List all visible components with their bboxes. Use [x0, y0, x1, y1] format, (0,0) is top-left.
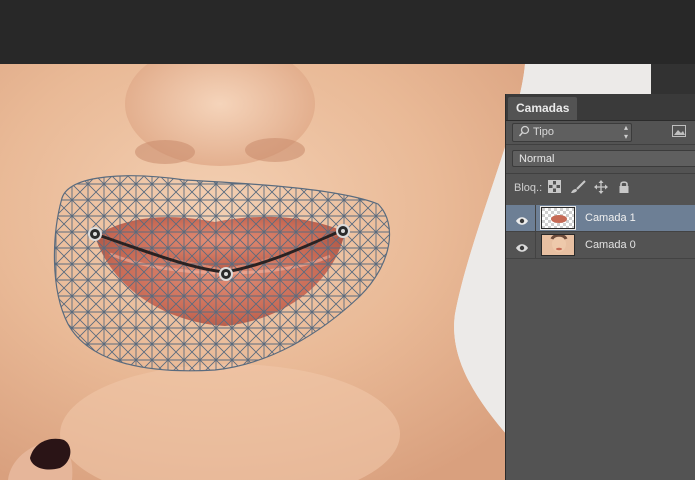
layer-name[interactable]: Camada 0: [585, 239, 636, 251]
layer-filter-select[interactable]: Tipo ▴ ▾: [512, 123, 632, 142]
brush-icon[interactable]: [570, 180, 586, 197]
layer-row-camada-1[interactable]: Camada 1: [506, 205, 695, 232]
search-icon: [518, 124, 532, 144]
image-filter-icon[interactable]: [672, 124, 686, 142]
blend-mode-row: Normal: [506, 147, 695, 171]
warp-pin: [336, 224, 350, 238]
divider: [535, 205, 536, 231]
blend-mode-select[interactable]: Normal: [512, 150, 695, 167]
options-bar: [0, 0, 695, 64]
up-down-arrows-icon: ▴ ▾: [623, 123, 628, 141]
layers-list: Camada 1 Camada 0: [506, 205, 695, 259]
warp-pin: [88, 227, 102, 241]
layer-filter-value: Tipo: [533, 126, 554, 138]
divider: [535, 232, 536, 258]
panel-tabbar: Camadas: [506, 94, 695, 121]
eye-visibility-icon[interactable]: [515, 213, 529, 231]
lock-all-icon[interactable]: [618, 180, 630, 197]
layer-row-camada-0[interactable]: Camada 0: [506, 232, 695, 259]
warp-pin: [219, 267, 233, 281]
lock-transparent-pixels-icon[interactable]: [548, 180, 561, 196]
layer-thumbnail: [540, 206, 576, 230]
eye-visibility-icon[interactable]: [515, 240, 529, 258]
tab-layers[interactable]: Camadas: [508, 97, 578, 120]
lock-label: Bloq.:: [514, 182, 543, 194]
divider: [506, 173, 695, 174]
divider: [506, 144, 695, 145]
layer-filter-row: Tipo ▴ ▾: [506, 120, 695, 144]
layer-name[interactable]: Camada 1: [585, 212, 636, 224]
layer-thumbnail: [541, 234, 575, 256]
layers-panel: Camadas Tipo ▴ ▾ Normal Bloq.: Camada 1 …: [505, 94, 695, 480]
lock-row: Bloq.:: [506, 177, 695, 199]
move-icon[interactable]: [594, 180, 608, 197]
